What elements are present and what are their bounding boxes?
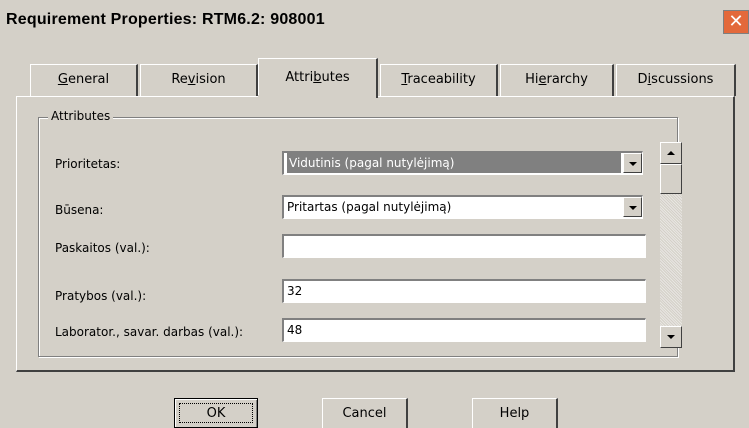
close-icon: ✕ <box>728 11 744 32</box>
laboratoriniai-input[interactable]: 48 <box>282 318 646 342</box>
requirement-properties-dialog: Requirement Properties: RTM6.2: 908001 ✕… <box>0 0 749 428</box>
chevron-down-icon[interactable] <box>623 197 642 217</box>
scroll-up-arrow-icon[interactable] <box>660 142 682 164</box>
ok-button[interactable]: OK <box>174 398 258 428</box>
scroll-down-arrow-icon[interactable] <box>660 326 682 348</box>
tab-general[interactable]: General <box>30 64 138 96</box>
field-label-busena: Būsena: <box>55 203 104 217</box>
tab-traceability[interactable]: Traceability <box>380 64 498 96</box>
busena-dropdown[interactable]: Pritartas (pagal nutylėjimą) <box>282 195 643 219</box>
help-button[interactable]: Help <box>472 398 558 428</box>
field-label-pratybos: Pratybos (val.): <box>55 289 147 303</box>
chevron-down-icon[interactable] <box>623 153 642 173</box>
title-bar[interactable]: Requirement Properties: RTM6.2: 908001 ✕ <box>0 0 749 42</box>
close-button[interactable]: ✕ <box>723 10 749 34</box>
field-label-laboratoriniai: Laborator., savar. darbas (val.): <box>55 325 244 339</box>
tab-hierarchy[interactable]: Hierarchy <box>500 64 614 96</box>
prioritetas-dropdown[interactable]: Vidutinis (pagal nutylėjimą) <box>282 151 643 175</box>
scrollbar-thumb[interactable] <box>660 164 682 194</box>
field-label-paskaitos: Paskaitos (val.): <box>55 241 150 255</box>
cancel-button[interactable]: Cancel <box>322 398 408 428</box>
paskaitos-input[interactable] <box>282 234 646 258</box>
field-label-prioritetas: Prioritetas: <box>55 157 121 171</box>
tab-attributes[interactable]: Attributes <box>258 58 378 98</box>
attributes-group-label: Attributes <box>48 109 114 123</box>
tab-discussions[interactable]: Discussions <box>616 64 736 96</box>
pratybos-input[interactable]: 32 <box>282 279 646 303</box>
tab-revision[interactable]: Revision <box>140 64 258 96</box>
dialog-title: Requirement Properties: RTM6.2: 908001 <box>6 11 325 28</box>
prioritetas-value: Vidutinis (pagal nutylėjimą) <box>287 153 621 173</box>
busena-value: Pritartas (pagal nutylėjimą) <box>287 200 452 214</box>
vertical-scrollbar[interactable] <box>660 142 682 348</box>
